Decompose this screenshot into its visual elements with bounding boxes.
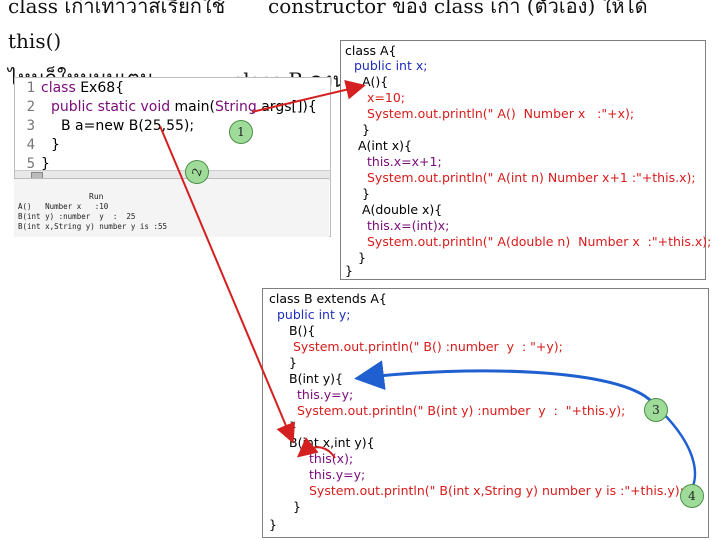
arrow-return-blue <box>354 360 654 404</box>
arrow-super-call <box>251 79 366 113</box>
arrow-flow-blue <box>659 409 697 496</box>
step-badge-1: 1 <box>229 120 253 144</box>
step-badge-4: 4 <box>680 484 704 508</box>
arrow-layer <box>159 79 697 496</box>
step-badge-3: 3 <box>644 398 668 422</box>
arrow-call-constructor <box>159 125 296 444</box>
arrow-this-call <box>296 437 336 459</box>
